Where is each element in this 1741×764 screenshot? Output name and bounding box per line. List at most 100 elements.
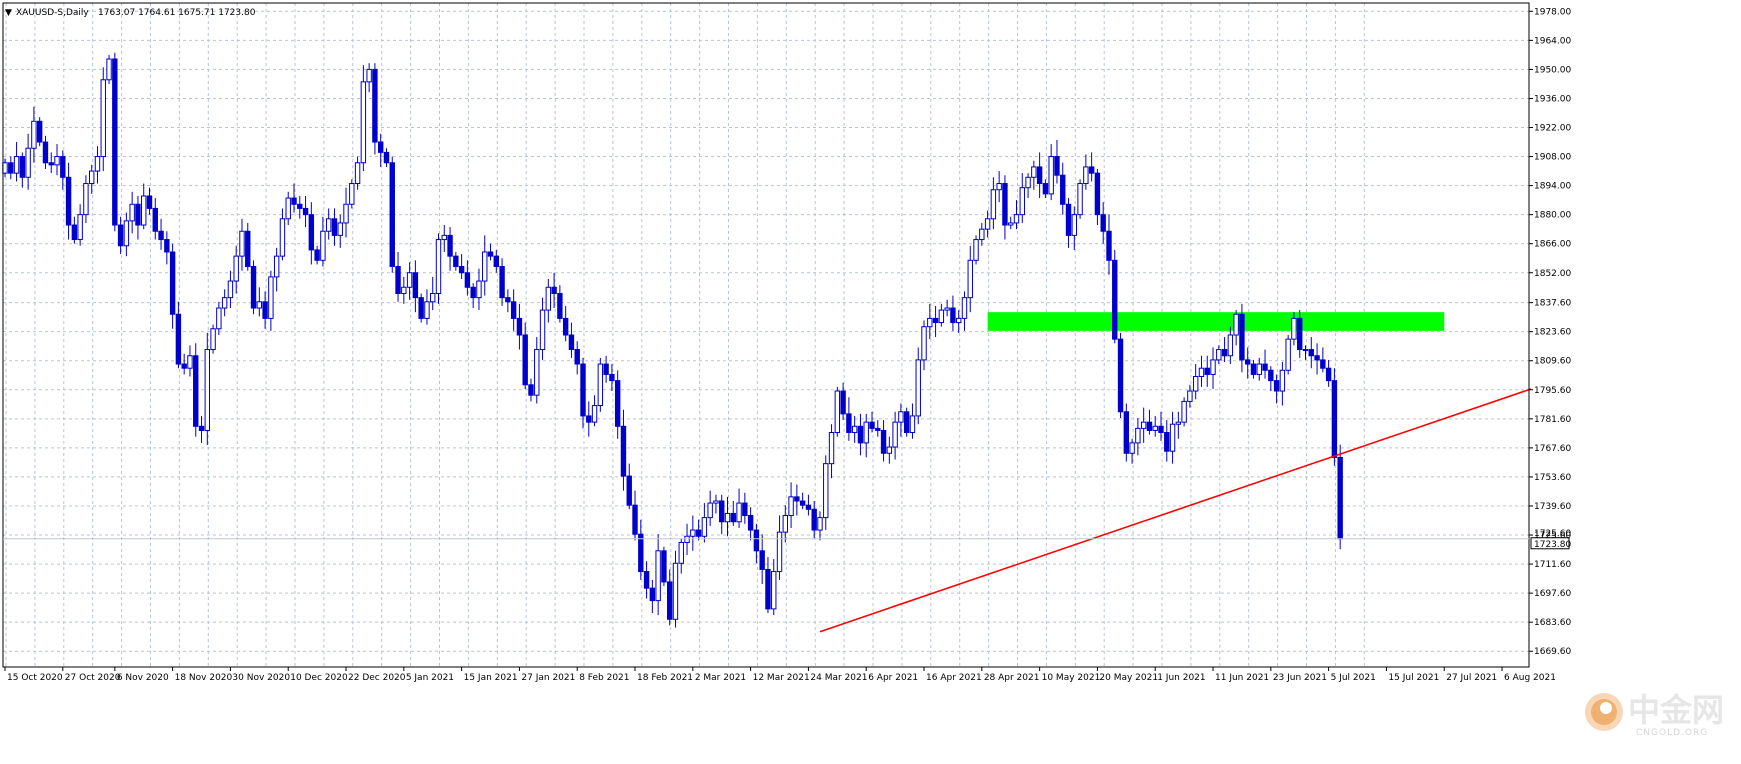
candle-body-up [961, 297, 968, 319]
candle-body-up [482, 251, 488, 282]
candle-body-up [325, 218, 332, 232]
y-tick-label: 1866.00 [1534, 240, 1571, 250]
candle-body-up [788, 496, 794, 517]
candle-body-down [383, 151, 390, 164]
candle [1337, 444, 1343, 550]
candle-body-down [747, 515, 754, 531]
candle-body-down [649, 587, 656, 602]
candle-body-up [83, 183, 89, 216]
x-tick-label: 11 Jun 2021 [1215, 673, 1269, 683]
candle-body-up [1135, 427, 1141, 444]
candle-body-down [753, 529, 760, 552]
x-tick-label: 10 Dec 2020 [290, 673, 348, 683]
y-tick-label: 1781.60 [1534, 415, 1571, 425]
candle-body-up [1216, 349, 1222, 361]
candle-body-up [1071, 214, 1077, 236]
candle-body-down [112, 58, 118, 226]
candle-body-up [823, 463, 829, 519]
candle-body-up [956, 317, 962, 324]
x-tick-label: 30 Nov 2020 [232, 673, 290, 683]
candle-body-down [603, 363, 609, 375]
candle-body-down [65, 176, 72, 226]
x-tick-label: 12 Mar 2021 [753, 673, 810, 683]
x-tick-label: 27 Jul 2021 [1446, 673, 1497, 683]
candle-body-up [216, 307, 222, 330]
x-tick-label: 15 Jan 2021 [464, 673, 518, 683]
candle-body-down [846, 413, 852, 434]
candle-body-down [193, 355, 199, 427]
x-tick-label: 16 Apr 2021 [926, 673, 982, 683]
y-tick-label: 1809.60 [1534, 357, 1571, 367]
price-chart[interactable]: 1978.00 1964.00 1950.00 1936.00 1922.00 1908.… [0, 0, 1741, 764]
candle-body-down [661, 550, 667, 583]
candle-body-up [360, 81, 367, 164]
candle [435, 233, 442, 304]
candle-body-up [106, 58, 112, 81]
x-tick-label: 15 Oct 2020 [7, 673, 63, 683]
candle-body-down [632, 504, 638, 535]
candle-body-down [1337, 456, 1343, 540]
y-tick-label: 1739.60 [1534, 502, 1571, 512]
candle-body-down [418, 297, 424, 319]
candle-body-down [8, 162, 14, 174]
candle-body-up [141, 195, 147, 226]
candle-body-down [48, 162, 54, 166]
candle-body-down [499, 266, 505, 299]
candle-body-up [77, 214, 83, 241]
y-tick-label: 1795.60 [1534, 386, 1571, 396]
candle-body-down [36, 120, 43, 143]
candle-body-up [782, 515, 788, 533]
candle-body-down [60, 156, 66, 178]
candle-body-up [227, 280, 234, 299]
candle-body-up [771, 571, 777, 610]
candle-body-down [1239, 313, 1245, 361]
candle-body-down [667, 581, 673, 620]
candle-body-down [1088, 166, 1095, 174]
candle-body-up [1279, 369, 1286, 392]
candle-body-up [1077, 183, 1083, 216]
candle [1117, 332, 1124, 418]
candle [106, 54, 112, 84]
timeframe-arrow-icon[interactable]: ▼ [5, 8, 12, 18]
candle-body-down [1245, 359, 1251, 365]
candle-body-up [1083, 166, 1089, 185]
candle-body-down [1331, 380, 1338, 458]
candle-body-up [545, 286, 552, 311]
candle-body-down [510, 301, 517, 319]
candle-body-up [851, 425, 858, 434]
y-tick-label: 1753.60 [1534, 473, 1571, 483]
candle-body-down [297, 203, 303, 209]
candle-body-down [551, 286, 557, 294]
candle [1181, 397, 1187, 427]
candle-body-up [406, 272, 413, 288]
candle [100, 67, 106, 172]
candle-body-up [320, 230, 326, 261]
candle [903, 407, 910, 437]
candle-body-down [568, 334, 575, 351]
candle-body-down [42, 141, 49, 164]
candle [36, 117, 43, 147]
candle-body-down [620, 425, 627, 477]
candle-body-down [152, 207, 158, 232]
y-tick-label: 1964.00 [1534, 36, 1571, 46]
candle-body-down [395, 266, 401, 294]
candle-body-up [1013, 214, 1020, 224]
candle-body-down [1100, 214, 1106, 232]
candle-body-down [799, 500, 806, 506]
candle-body-up [1192, 376, 1199, 392]
y-tick-label: 1823.60 [1534, 328, 1571, 338]
x-tick-label: 10 May 2021 [1042, 673, 1101, 683]
candle-body-up [1181, 400, 1187, 423]
candle-body-down [331, 218, 338, 236]
candle-body-up [534, 349, 540, 396]
candle-body-up [1129, 442, 1135, 454]
candle-body-down [464, 272, 471, 288]
candle-body-up [1198, 367, 1205, 378]
candle-body-down [198, 425, 205, 431]
candle-body-up [435, 239, 442, 295]
y-tick-label: 1922.00 [1534, 124, 1571, 134]
candle-body-down [857, 425, 864, 444]
candle-body-down [378, 141, 384, 153]
candle [204, 332, 211, 445]
candle-body-down [412, 272, 419, 299]
